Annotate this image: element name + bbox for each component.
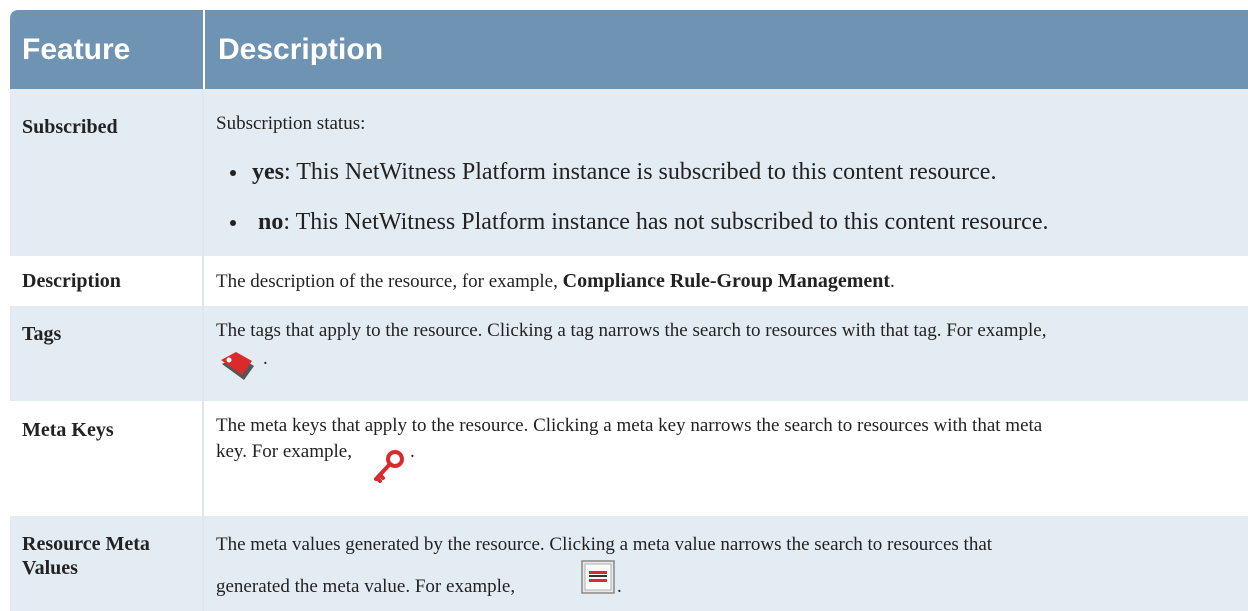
tag-icon[interactable] <box>216 346 264 386</box>
header-divider <box>203 10 205 89</box>
feature-tags: Tags <box>22 323 62 345</box>
feature-description: Description <box>22 270 121 292</box>
table-row-subscribed: Subscribed Subscription status: yes: Thi… <box>10 89 1248 256</box>
feature-table: Feature Description Subscribed Subscript… <box>10 10 1248 611</box>
table-header: Feature Description <box>10 10 1248 89</box>
table-row-meta-values: Resource Meta Values The meta values gen… <box>10 516 1248 611</box>
bullet-icon <box>230 220 236 226</box>
table-row-tags: Tags The tags that apply to the resource… <box>10 306 1248 401</box>
no-description: : This NetWitness Platform instance has … <box>283 209 1049 235</box>
meta-keys-period: . <box>410 441 415 462</box>
meta-value-icon[interactable] <box>581 560 615 594</box>
meta-keys-line1: The meta keys that apply to the resource… <box>216 415 1043 436</box>
description-period: . <box>890 271 895 292</box>
meta-values-line2: generated the meta value. For example, <box>216 576 516 597</box>
term-no: no <box>258 209 284 235</box>
description-example: Compliance Rule-Group Management <box>562 270 891 292</box>
feature-resource-meta-values: Resource Meta Values <box>22 532 150 580</box>
bullet-icon <box>230 170 236 176</box>
meta-keys-line2: key. For example, <box>216 441 352 462</box>
yes-description: : This NetWitness Platform instance is s… <box>284 159 997 185</box>
feature-cell <box>10 306 204 401</box>
table-row-description: Description The description of the resou… <box>10 256 1248 306</box>
tags-text: The tags that apply to the resource. Cli… <box>216 320 1047 341</box>
table-row-meta-keys: Meta Keys The meta keys that apply to th… <box>10 401 1248 516</box>
meta-values-line1: The meta values generated by the resourc… <box>216 534 993 555</box>
description-text: The description of the resource, for exa… <box>216 268 1242 295</box>
description-sentence: The description of the resource, for exa… <box>216 271 563 292</box>
key-icon[interactable] <box>370 446 410 486</box>
feature-line-2: Values <box>22 557 78 579</box>
feature-meta-keys: Meta Keys <box>22 419 114 441</box>
header-feature: Feature <box>22 33 131 66</box>
term-yes: yes <box>252 159 284 185</box>
header-description: Description <box>218 33 384 66</box>
tags-period: . <box>263 348 268 369</box>
subscription-status-intro: Subscription status: <box>216 113 366 134</box>
feature-subscribed: Subscribed <box>22 116 118 138</box>
feature-line-1: Resource Meta <box>22 533 150 555</box>
meta-values-period: . <box>617 576 622 597</box>
